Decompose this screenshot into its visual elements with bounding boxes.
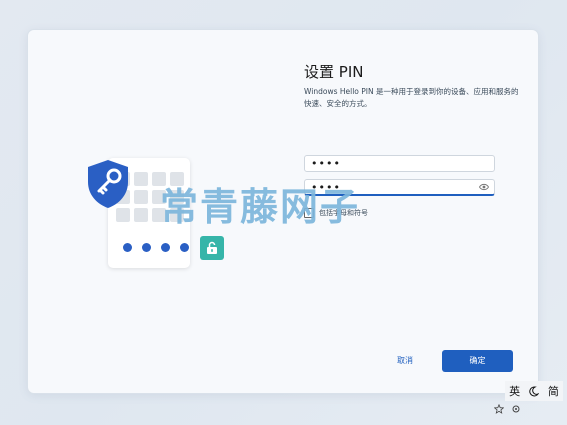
star-icon[interactable]: [494, 404, 504, 414]
ok-button[interactable]: 确定: [442, 350, 513, 372]
moon-icon[interactable]: [528, 385, 540, 397]
pin-dots: [123, 243, 189, 252]
settings-icon[interactable]: [510, 404, 522, 414]
new-pin-value: ••••: [311, 157, 341, 170]
ime-language[interactable]: 英: [509, 383, 520, 399]
ime-tray[interactable]: 英 简: [505, 381, 563, 401]
cancel-button[interactable]: 取消: [381, 351, 429, 371]
new-pin-input[interactable]: ••••: [304, 155, 495, 172]
tray-icons: [494, 404, 522, 414]
ime-mode[interactable]: 简: [548, 383, 559, 399]
watermark: 常青藤网子: [160, 185, 361, 229]
shield-key-icon: [88, 160, 128, 208]
unlock-icon: [200, 236, 224, 260]
eye-icon[interactable]: [479, 183, 489, 191]
page-title: 设置 PIN: [304, 63, 364, 81]
page-description: Windows Hello PIN 是一种用于登录到你的设备、应用和服务的快速、…: [304, 87, 519, 108]
